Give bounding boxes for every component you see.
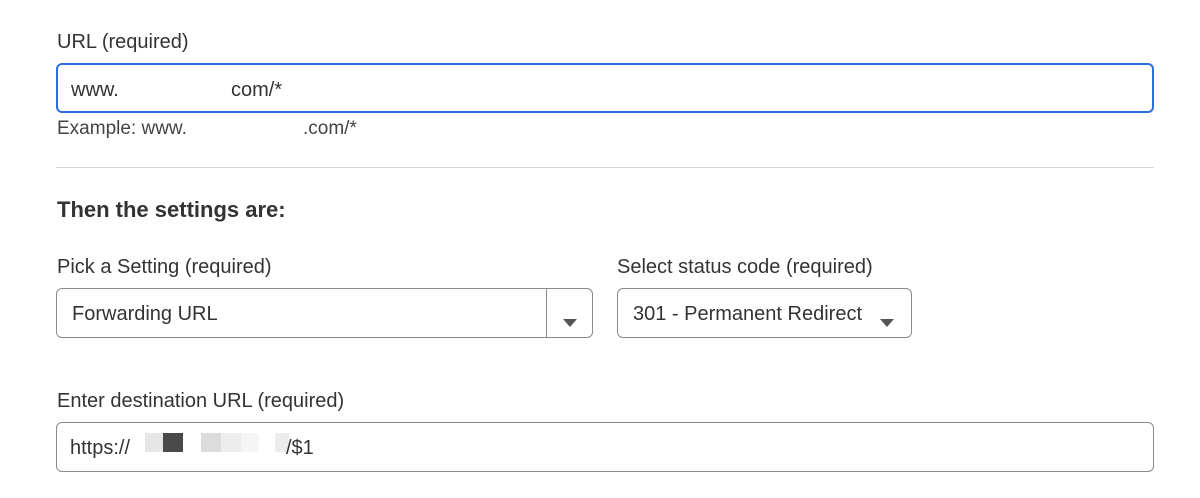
settings-heading: Then the settings are: bbox=[57, 197, 286, 222]
pick-setting-select[interactable]: Forwarding URL bbox=[56, 288, 593, 338]
chevron-down-icon[interactable] bbox=[880, 310, 894, 333]
url-value-prefix: www. bbox=[71, 79, 119, 101]
redacted-block bbox=[145, 433, 163, 452]
section-divider bbox=[56, 167, 1154, 168]
pick-setting-value: Forwarding URL bbox=[72, 303, 218, 325]
select-divider bbox=[546, 289, 547, 337]
url-example-prefix: Example: www. bbox=[57, 118, 187, 139]
url-value-suffix: com/* bbox=[231, 79, 283, 101]
destination-url-input[interactable]: https:// /$1 bbox=[56, 422, 1154, 472]
redacted-block bbox=[241, 433, 259, 452]
status-code-value: 301 - Permanent Redirect bbox=[633, 303, 863, 325]
destination-value-suffix: /$1 bbox=[286, 437, 314, 459]
url-label: URL (required) bbox=[57, 31, 189, 53]
status-code-select[interactable]: 301 - Permanent Redirect bbox=[617, 288, 912, 338]
pick-setting-label: Pick a Setting (required) bbox=[57, 256, 272, 278]
url-input[interactable]: www. com/* bbox=[56, 63, 1154, 113]
page-rule-form: URL (required) www. com/* Example: www. … bbox=[0, 0, 1200, 498]
status-code-label: Select status code (required) bbox=[617, 256, 873, 278]
redacted-block bbox=[201, 433, 221, 452]
destination-value-prefix: https:// bbox=[70, 437, 131, 459]
redacted-block bbox=[221, 433, 241, 452]
chevron-down-icon[interactable] bbox=[563, 310, 577, 333]
url-example-suffix: .com/* bbox=[303, 118, 357, 139]
redacted-block bbox=[163, 433, 183, 452]
destination-label: Enter destination URL (required) bbox=[57, 390, 345, 412]
